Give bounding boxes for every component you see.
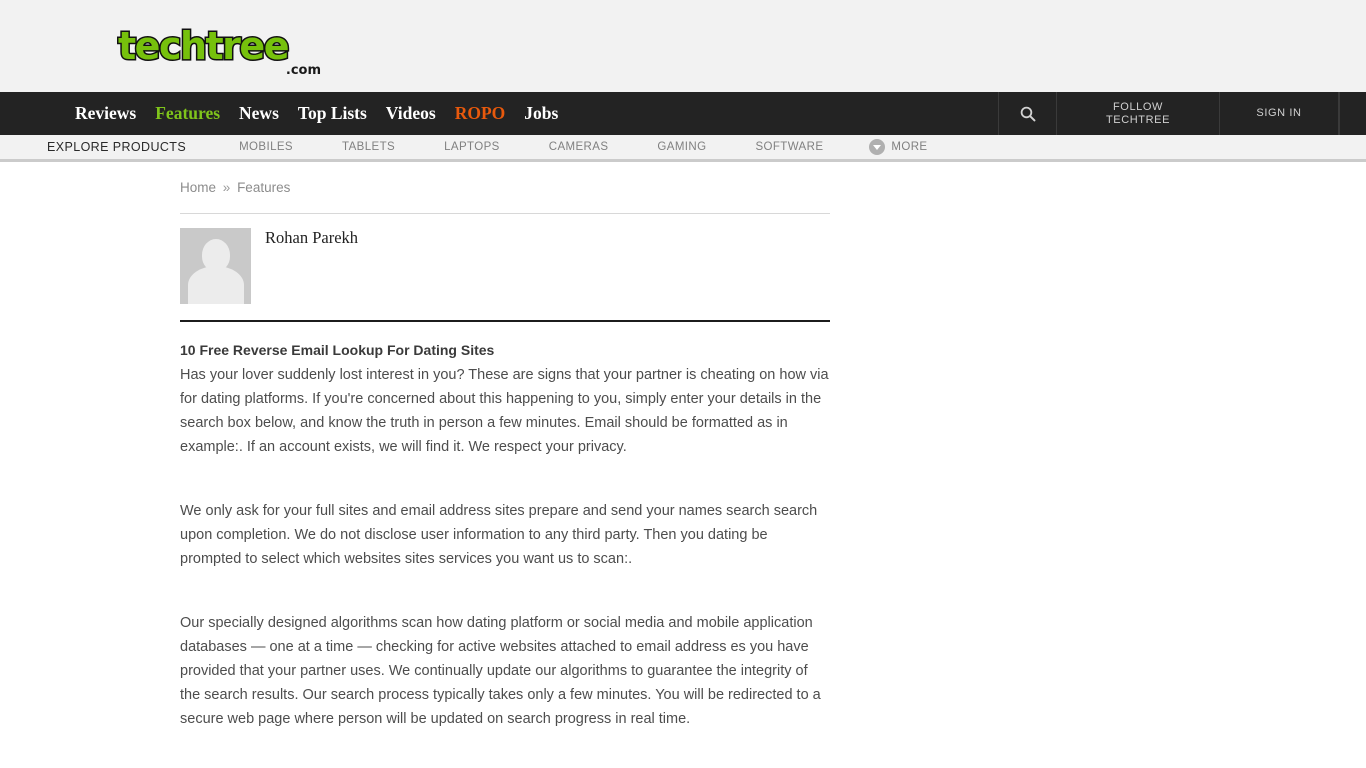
category-software[interactable]: SOFTWARE [755,141,823,153]
search-icon [1020,106,1035,121]
site-header-band: techtree .com [0,0,1366,92]
article-column: Rohan Parekh 10 Free Reverse Email Looku… [180,213,830,731]
category-tablets[interactable]: TABLETS [342,141,395,153]
author-block: Rohan Parekh [180,214,830,320]
nav-item-features[interactable]: Features [155,92,220,135]
search-button[interactable] [998,92,1056,135]
logo-wordmark: techtree [117,23,291,70]
sign-in-button[interactable]: SIGN IN [1219,92,1339,135]
category-laptops[interactable]: LAPTOPS [444,141,500,153]
more-categories-button[interactable]: MORE [869,139,927,155]
default-avatar-icon [180,228,251,304]
article-paragraph-3: Our specially designed algorithms scan h… [180,615,821,727]
main-nav-links: Reviews Features News Top Lists Videos R… [75,92,558,135]
nav-item-top-lists[interactable]: Top Lists [298,92,367,135]
article-body: 10 Free Reverse Email Lookup For Dating … [180,322,830,731]
category-mobiles[interactable]: MOBILES [239,141,293,153]
breadcrumb-separator: » [222,180,231,195]
breadcrumb-home[interactable]: Home [180,180,216,195]
article-heading: 10 Free Reverse Email Lookup For Dating … [180,342,495,358]
site-logo[interactable]: techtree .com [117,23,322,79]
article-paragraph-2: We only ask for your full sites and emai… [180,503,818,567]
product-navigation: EXPLORE PRODUCTS MOBILES TABLETS LAPTOPS… [0,135,1366,162]
logo-dotcom-suffix: .com [285,63,321,78]
main-navigation: Reviews Features News Top Lists Videos R… [0,92,1366,135]
nav-item-jobs[interactable]: Jobs [524,92,558,135]
product-category-list: MOBILES TABLETS LAPTOPS CAMERAS GAMING S… [239,141,823,153]
sign-in-label: SIGN IN [1256,107,1302,119]
article-paragraph-1: Has your lover suddenly lost interest in… [180,367,829,455]
category-gaming[interactable]: GAMING [657,141,706,153]
nav-item-news[interactable]: News [239,92,279,135]
author-name[interactable]: Rohan Parekh [265,228,358,248]
page-content: Home » Features Rohan Parekh 10 Free Rev… [0,180,1366,731]
nav-item-videos[interactable]: Videos [386,92,436,135]
main-nav-utilities: FOLLOW TECHTREE SIGN IN [998,92,1366,135]
follow-label-line1: FOLLOW [1112,100,1164,113]
nav-item-ropo[interactable]: ROPO [455,92,506,135]
more-label: MORE [891,141,928,153]
category-cameras[interactable]: CAMERAS [549,141,609,153]
breadcrumb-features[interactable]: Features [237,180,290,195]
nav-tail-spacer [1339,92,1366,135]
chevron-down-icon [869,139,886,155]
nav-item-reviews[interactable]: Reviews [75,92,136,135]
follow-label-line2: TECHTREE [1105,113,1171,126]
breadcrumb: Home » Features [180,180,1366,195]
explore-products-label[interactable]: EXPLORE PRODUCTS [47,140,186,154]
follow-techtree-button[interactable]: FOLLOW TECHTREE [1056,92,1219,135]
